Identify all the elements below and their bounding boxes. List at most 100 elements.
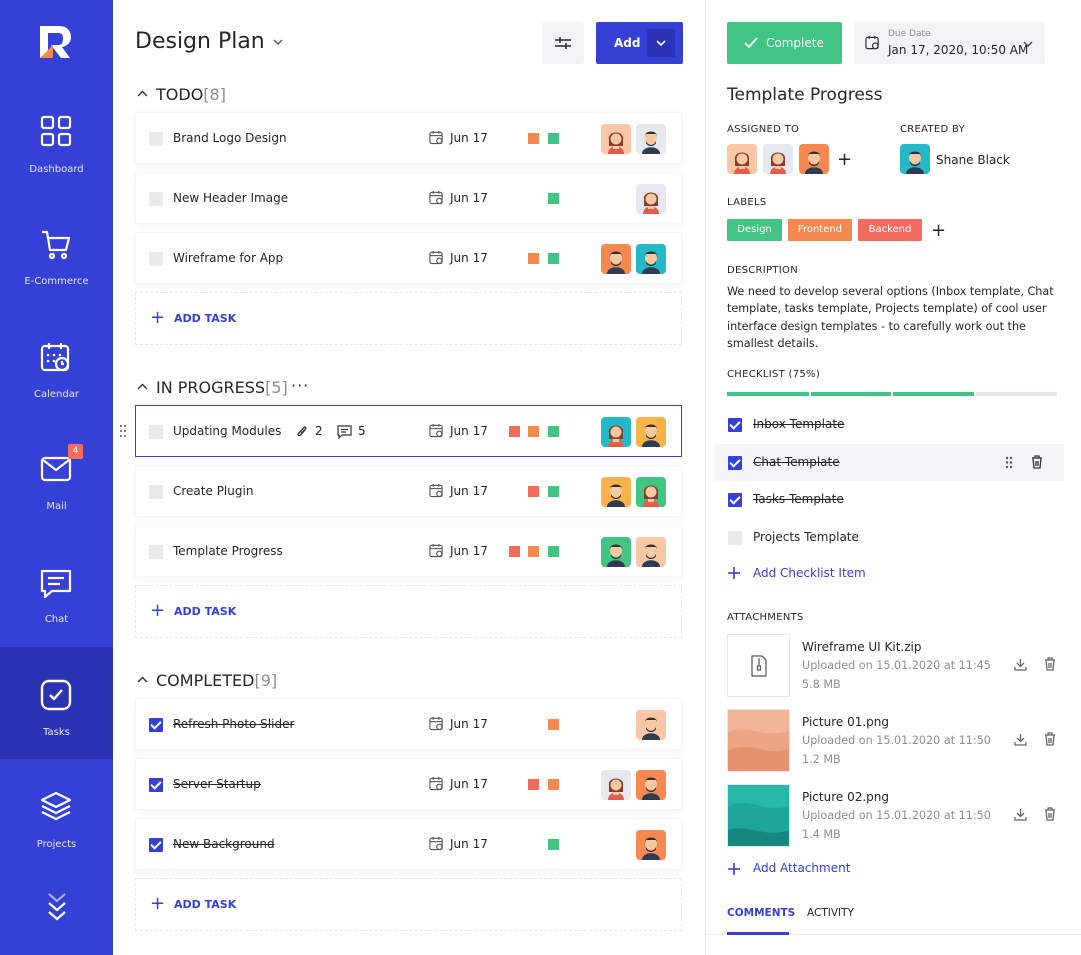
assignee-avatar[interactable] <box>601 477 631 507</box>
checklist-item[interactable]: Tasks Template <box>714 481 1064 518</box>
task-checkbox[interactable] <box>149 838 163 852</box>
due-date-picker[interactable]: Due Date Jan 17, 2020, 10:50 AM <box>854 22 1045 64</box>
checklist-item[interactable]: Inbox Template <box>714 406 1064 443</box>
assignee-avatar[interactable] <box>601 244 631 274</box>
task-checkbox[interactable] <box>149 545 163 559</box>
label-tag[interactable]: Frontend <box>788 219 852 241</box>
add-checklist-item-link[interactable]: Add Checklist Item <box>753 566 866 580</box>
sidebar-item-dashboard[interactable]: Dashboard <box>0 100 113 212</box>
section-title: COMPLETED <box>156 671 255 690</box>
tab-comments[interactable]: COMMENTS <box>727 907 795 919</box>
task-card[interactable]: New Header Image Jun 17 <box>135 172 682 224</box>
task-card[interactable]: Refresh Photo Slider Jun 17 <box>135 698 682 750</box>
checklist-item[interactable]: Projects Template <box>714 519 1064 556</box>
complete-button[interactable]: Complete <box>727 22 842 64</box>
assignee-avatar[interactable] <box>601 537 631 567</box>
add-label-button[interactable]: + <box>931 220 946 241</box>
sidebar-item-tasks[interactable]: Tasks <box>0 647 113 759</box>
assignee-avatar[interactable] <box>636 184 666 214</box>
page-title[interactable]: Design Plan <box>135 29 265 54</box>
assignee-avatar[interactable] <box>636 710 666 740</box>
task-checkbox[interactable] <box>149 485 163 499</box>
attachment-upload-date: Uploaded on 15.01.2020 at 11:50 <box>802 809 991 822</box>
task-card[interactable]: Wireframe for App Jun 17 <box>135 232 682 284</box>
task-card[interactable]: Create Plugin Jun 17 <box>135 465 682 517</box>
trash-icon[interactable] <box>1044 732 1056 746</box>
label-tag[interactable]: Design <box>727 219 782 241</box>
add-task-button[interactable]: + ADD TASK <box>135 292 682 345</box>
collapse-section-icon[interactable] <box>137 383 148 390</box>
app-logo[interactable] <box>37 24 75 60</box>
download-icon[interactable] <box>1014 808 1027 821</box>
task-card[interactable]: Updating Modules 2 5 Jun 17 <box>135 405 682 457</box>
checklist-item[interactable]: Chat Template <box>714 443 1064 481</box>
sidebar-item-ecommerce[interactable]: E-Commerce <box>0 212 113 324</box>
download-icon[interactable] <box>1014 733 1027 746</box>
expand-down-icon[interactable] <box>46 892 68 924</box>
section-header: COMPLETED[9] <box>156 671 277 690</box>
sidebar-item-projects[interactable]: Projects <box>0 775 113 887</box>
checklist-checkbox[interactable] <box>728 418 742 432</box>
task-checkbox[interactable] <box>149 778 163 792</box>
attachment-name[interactable]: Picture 01.png <box>802 715 889 729</box>
drag-handle-icon[interactable] <box>1005 456 1013 469</box>
label-tag[interactable]: Backend <box>858 219 922 241</box>
checklist-checkbox[interactable] <box>728 530 742 545</box>
checklist-checkbox[interactable] <box>728 493 742 507</box>
task-card[interactable]: New Background Jun 17 <box>135 818 682 870</box>
attachment-thumbnail[interactable] <box>727 709 790 772</box>
assignee-avatar[interactable] <box>799 144 829 174</box>
creator-name[interactable]: Shane Black <box>936 153 1010 167</box>
add-task-button[interactable]: + ADD TASK <box>135 585 682 638</box>
assignee-avatar[interactable] <box>636 537 666 567</box>
sidebar-item-chat[interactable]: Chat <box>0 550 113 662</box>
task-card[interactable]: Brand Logo Design Jun 17 <box>135 112 682 164</box>
assignee-avatar[interactable] <box>636 244 666 274</box>
assignee-avatar[interactable] <box>763 144 793 174</box>
assignee-avatar[interactable] <box>727 144 757 174</box>
task-title: Template Progress <box>727 85 883 105</box>
task-card[interactable]: Template Progress Jun 17 <box>135 525 682 577</box>
attachment-thumbnail[interactable] <box>727 634 790 697</box>
task-checkbox[interactable] <box>149 132 163 146</box>
sidebar-item-calendar[interactable]: Calendar <box>0 325 113 437</box>
creator-avatar[interactable] <box>900 144 930 174</box>
tab-activity[interactable]: ACTIVITY <box>807 907 854 919</box>
trash-icon[interactable] <box>1031 454 1043 469</box>
assignee-avatar[interactable] <box>636 830 666 860</box>
add-task-button[interactable]: + ADD TASK <box>135 878 682 931</box>
section-more-icon[interactable]: ··· <box>291 376 309 395</box>
attachment-name[interactable]: Picture 02.png <box>802 790 889 804</box>
task-card[interactable]: Server Startup Jun 17 <box>135 758 682 810</box>
assignee-avatar[interactable] <box>636 770 666 800</box>
attachment-name[interactable]: Wireframe UI Kit.zip <box>802 640 922 654</box>
add-button[interactable]: Add <box>596 22 683 64</box>
add-dropdown-toggle[interactable] <box>647 29 675 57</box>
description-text[interactable]: We need to develop several options (Inbo… <box>727 283 1062 352</box>
add-assignee-button[interactable]: + <box>837 149 852 170</box>
trash-icon[interactable] <box>1044 807 1056 821</box>
assignee-avatar[interactable] <box>636 417 666 447</box>
chevron-down-icon[interactable] <box>273 38 283 46</box>
assignee-avatar[interactable] <box>636 477 666 507</box>
attachment-thumbnail[interactable] <box>727 784 790 847</box>
filter-button[interactable] <box>542 22 584 64</box>
assignee-avatar[interactable] <box>601 417 631 447</box>
assignee-avatar[interactable] <box>601 124 631 154</box>
assignee-avatar[interactable] <box>601 770 631 800</box>
trash-icon[interactable] <box>1044 657 1056 671</box>
collapse-section-icon[interactable] <box>137 90 148 97</box>
drag-handle-icon[interactable] <box>120 424 126 438</box>
add-attachment-link[interactable]: Add Attachment <box>753 861 850 875</box>
checklist-checkbox[interactable] <box>728 455 742 470</box>
task-checkbox[interactable] <box>149 425 163 439</box>
label-dot <box>547 546 559 557</box>
assignee-avatar[interactable] <box>636 124 666 154</box>
sidebar-item-mail[interactable]: Mail <box>0 437 113 549</box>
collapse-section-icon[interactable] <box>137 676 148 683</box>
task-checkbox[interactable] <box>149 252 163 266</box>
calendar-icon <box>429 836 443 851</box>
task-checkbox[interactable] <box>149 192 163 206</box>
task-checkbox[interactable] <box>149 718 163 732</box>
download-icon[interactable] <box>1014 658 1027 671</box>
